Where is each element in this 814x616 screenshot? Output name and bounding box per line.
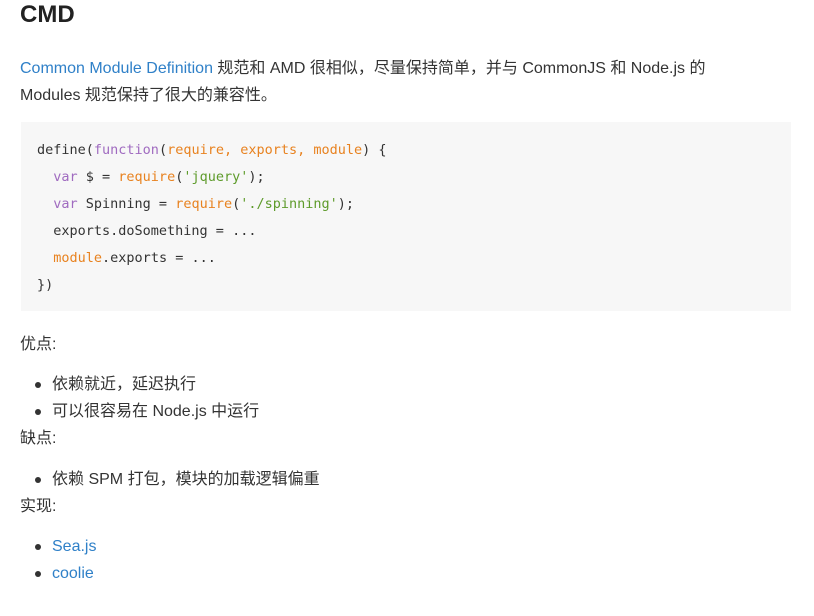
page-title: CMD	[20, 1, 75, 28]
pros-list: 依赖就近，延迟执行 可以很容易在 Node.js 中运行	[20, 371, 259, 425]
impl-label: 实现:	[20, 498, 57, 515]
list-item-text: 可以很容易在 Node.js 中运行	[52, 403, 260, 420]
list-item: coolie	[20, 560, 96, 587]
code-token: var	[53, 169, 78, 185]
code-line-6: })	[37, 272, 775, 299]
code-line-2: var $ = require('jquery');	[37, 164, 775, 191]
code-token: );	[248, 169, 265, 185]
code-token: var	[53, 196, 78, 212]
code-token: );	[337, 196, 355, 212]
impl-list: Sea.js coolie	[20, 533, 96, 587]
bullet-icon	[35, 382, 41, 388]
code-token: (	[158, 142, 168, 158]
seajs-link[interactable]: Sea.js	[52, 538, 96, 555]
bullet-icon	[35, 544, 41, 550]
list-item: 依赖 SPM 打包，模块的加载逻辑偏重	[20, 466, 320, 493]
list-item-text: 依赖就近，延迟执行	[52, 376, 197, 393]
code-token: require, exports, module	[167, 142, 363, 158]
code-token: module	[53, 250, 103, 266]
coolie-link[interactable]: coolie	[52, 565, 94, 582]
code-token: './spinning'	[240, 196, 338, 212]
code-token: require	[175, 196, 233, 212]
code-line-3: var Spinning = require('./spinning');	[37, 191, 775, 218]
code-token: ) {	[362, 142, 387, 158]
code-line-1: define(function(require, exports, module…	[37, 137, 775, 164]
intro-paragraph: Common Module Definition 规范和 AMD 很相似，尽量保…	[20, 55, 740, 109]
bullet-icon	[35, 409, 41, 415]
list-item: 依赖就近，延迟执行	[20, 371, 259, 398]
code-token: .exports = ...	[102, 250, 216, 266]
code-token: exports.doSomething = ...	[37, 223, 257, 239]
code-token: $ =	[77, 169, 119, 185]
code-token: })	[37, 277, 54, 293]
code-token: function	[93, 142, 159, 158]
list-item: Sea.js	[20, 533, 96, 560]
code-token: define(	[37, 142, 94, 158]
document-page: CMD Common Module Definition 规范和 AMD 很相似…	[0, 0, 814, 616]
pros-label: 优点:	[20, 336, 57, 353]
code-block: define(function(require, exports, module…	[21, 122, 791, 311]
cons-list: 依赖 SPM 打包，模块的加载逻辑偏重	[20, 466, 320, 493]
list-item-text: 依赖 SPM 打包，模块的加载逻辑偏重	[52, 471, 320, 488]
bullet-icon	[35, 477, 41, 483]
code-token: 'jquery'	[183, 169, 249, 185]
bullet-icon	[35, 571, 41, 577]
code-token: require	[118, 169, 176, 185]
list-item: 可以很容易在 Node.js 中运行	[20, 398, 259, 425]
code-line-4: exports.doSomething = ...	[37, 218, 775, 245]
code-line-5: module.exports = ...	[37, 245, 775, 272]
code-token: Spinning =	[77, 196, 176, 212]
cons-label: 缺点:	[20, 430, 57, 447]
cmd-spec-link[interactable]: Common Module Definition	[20, 60, 213, 77]
